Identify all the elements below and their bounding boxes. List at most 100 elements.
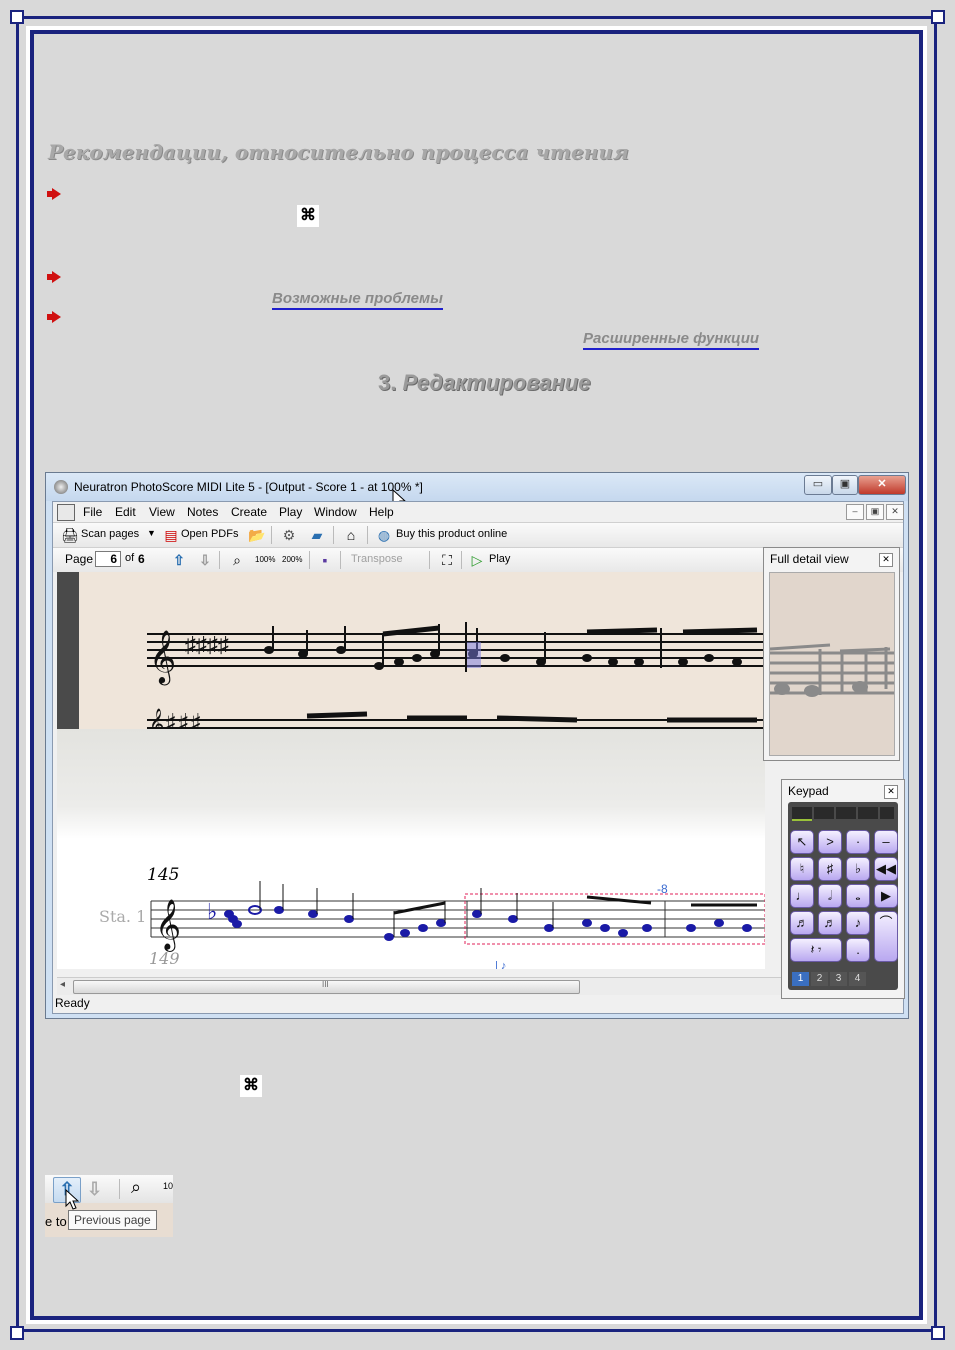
keypad-layout-button[interactable] (814, 807, 834, 819)
open-folder-icon[interactable]: 📂 (248, 527, 265, 543)
photoscore-window: Neuratron PhotoScore MIDI Lite 5 - [Outp… (45, 472, 909, 1019)
section-number: 3. (378, 370, 397, 395)
key-rest-icon[interactable]: 𝄽 𝄾 (790, 938, 842, 962)
menu-edit[interactable]: Edit (115, 505, 136, 519)
buy-online-button[interactable]: Buy this product online (396, 528, 507, 540)
mdi-close-button[interactable]: ✕ (886, 504, 904, 520)
minimize-button[interactable]: ▭ (804, 475, 832, 495)
home-icon[interactable]: ⌂ (343, 527, 359, 543)
menu-notes[interactable]: Notes (187, 505, 218, 519)
scan-dropdown-icon[interactable]: ▼ (147, 528, 156, 538)
of-label: of (125, 552, 135, 564)
toolbar-separator (219, 551, 220, 569)
key-16th-note-icon[interactable]: ♬ (818, 911, 842, 935)
fullscreen-icon[interactable]: ⛶ (439, 552, 455, 568)
key-natural-icon[interactable]: ♮ (790, 857, 814, 881)
zoom-100-button[interactable]: 100% (255, 555, 275, 564)
key-32nd-note-icon[interactable]: ♬ (790, 911, 814, 935)
key-tenuto-icon[interactable]: – (874, 830, 898, 854)
scroll-left-arrow-icon[interactable]: ◂ (60, 979, 65, 990)
scanned-page-view[interactable]: 𝄞 ♯♯♯♯ 𝄞♯♯♯ (57, 572, 765, 729)
next-page-arrow-icon[interactable]: ⇩ (87, 1179, 102, 1200)
scanned-music-image: 𝄞 ♯♯♯♯ 𝄞♯♯♯ (147, 622, 765, 729)
keypad-tab-3[interactable]: 3 (830, 972, 847, 986)
app-icon (54, 480, 68, 494)
bullet-arrow-icon (47, 311, 61, 323)
menu-create[interactable]: Create (231, 505, 267, 519)
keypad-tab-4[interactable]: 4 (849, 972, 866, 986)
mouse-cursor-icon (65, 1189, 79, 1210)
keypad-layout-button[interactable] (858, 807, 878, 819)
play-button[interactable]: Play (489, 553, 510, 565)
key-eighth-note-icon[interactable]: ♪ (846, 911, 870, 935)
toolbar-separator (461, 551, 462, 569)
book-icon[interactable]: ▰ (309, 527, 325, 543)
close-button[interactable]: ✕ (858, 475, 906, 495)
key-accent-icon[interactable]: > (818, 830, 842, 854)
corner-ornament (931, 10, 945, 24)
zoom-magnifier-icon[interactable]: ⌕ (229, 552, 245, 568)
page-number-input[interactable]: 6 (95, 551, 121, 567)
key-quarter-note-icon[interactable]: ♩ (790, 884, 814, 908)
save-disk-icon[interactable]: ▪ (317, 552, 333, 568)
scroll-thumb[interactable]: III (73, 980, 580, 994)
zoom-200-button[interactable]: 200% (282, 555, 302, 564)
key-rewind-icon[interactable]: ◀◀ (874, 857, 898, 881)
page-total: 6 (138, 552, 145, 566)
key-whole-note-icon[interactable]: 𝅝 (846, 884, 870, 908)
keypad-layout-button[interactable] (836, 807, 856, 819)
key-staccato-icon[interactable]: · (846, 830, 870, 854)
key-half-note-icon[interactable]: 𝅗𝅥 (818, 884, 842, 908)
keypad-tab-1[interactable]: 1 (792, 972, 809, 986)
close-icon[interactable]: ✕ (884, 785, 898, 799)
main-toolbar: 🖨 Scan pages ▼ ▤ Open PDFs 📂 ⚙ ▰ ⌂ ◍ Buy… (53, 522, 903, 547)
section-title: 3. Редактирование (378, 370, 590, 396)
zoom-magnifier-icon[interactable]: ⌕ (131, 1177, 141, 1198)
toolbar-separator (340, 551, 341, 569)
play-triangle-icon[interactable]: ▷ (469, 552, 485, 568)
menu-file[interactable]: File (83, 505, 102, 519)
keypad-tab-2[interactable]: 2 (811, 972, 828, 986)
measure-number: 145 (147, 865, 180, 885)
mdi-restore-button[interactable]: ▣ (866, 504, 884, 520)
command-key-icon: ⌘ (297, 205, 319, 227)
command-key-icon: ⌘ (240, 1075, 262, 1097)
key-flat-icon[interactable]: ♭ (846, 857, 870, 881)
key-dot-icon[interactable]: . (846, 938, 870, 962)
maximize-button[interactable]: ▣ (832, 475, 858, 495)
key-sharp-icon[interactable]: ♯ (818, 857, 842, 881)
menu-help[interactable]: Help (369, 505, 394, 519)
status-bar-text: Ready (55, 996, 90, 1010)
menu-window[interactable]: Window (314, 505, 357, 519)
key-select-cursor-icon[interactable]: ↖ (790, 830, 814, 854)
previous-page-arrow-icon[interactable]: ⇧ (171, 552, 187, 568)
transpose-button[interactable]: Transpose (351, 553, 403, 565)
zoom-fragment: 10 (163, 1181, 174, 1191)
keypad-title: Keypad (788, 784, 829, 798)
detail-preview-image (770, 643, 894, 697)
open-pdfs-button[interactable]: Open PDFs (181, 528, 238, 540)
scroll-grip: III (322, 980, 329, 989)
detail-preview (769, 572, 895, 756)
score-view[interactable]: 𝄞 ♭ -8 | ♪ 145 Sta. 1 149 (57, 839, 765, 969)
key-play-icon[interactable]: ▶ (874, 884, 898, 908)
settings-icon[interactable]: ⚙ (281, 527, 297, 543)
document-icon[interactable] (57, 504, 75, 521)
close-icon[interactable]: ✕ (879, 553, 893, 567)
link-problems[interactable]: Возможные проблемы (272, 290, 443, 310)
menu-play[interactable]: Play (279, 505, 302, 519)
menu-view[interactable]: View (149, 505, 175, 519)
svg-text:| ♪: | ♪ (495, 960, 506, 969)
toolbar-separator (309, 551, 310, 569)
page-label: Page (65, 552, 94, 566)
key-tie-icon[interactable]: ⌒ (874, 911, 898, 962)
toolbar-separator (429, 551, 430, 569)
svg-text:♭: ♭ (207, 899, 217, 924)
link-advanced-features[interactable]: Расширенные функции (583, 330, 760, 350)
keypad-layout-button[interactable] (792, 807, 812, 821)
keypad-layout-button[interactable] (880, 807, 894, 819)
next-page-arrow-icon[interactable]: ⇩ (197, 552, 213, 568)
horizontal-scrollbar[interactable]: ◂ III (57, 977, 897, 995)
mdi-minimize-button[interactable]: – (846, 504, 864, 520)
scan-pages-button[interactable]: Scan pages (81, 528, 139, 540)
